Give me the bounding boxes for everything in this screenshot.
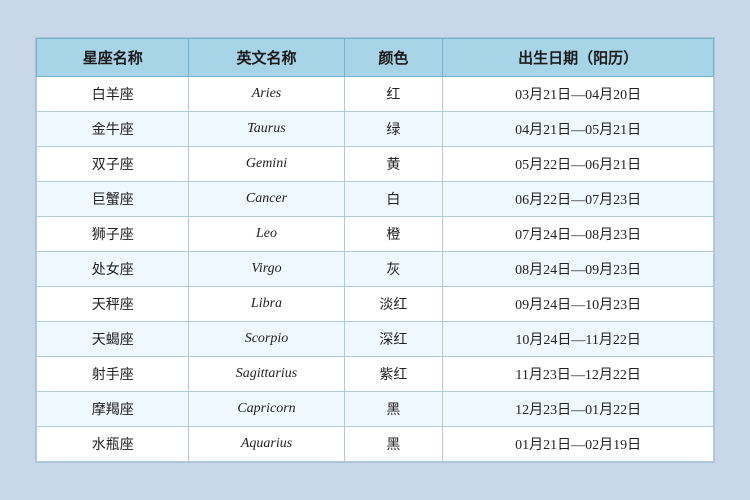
cell-chinese-name: 金牛座 bbox=[37, 112, 189, 147]
cell-chinese-name: 巨蟹座 bbox=[37, 182, 189, 217]
cell-english-name: Leo bbox=[189, 217, 344, 252]
table-row: 天秤座Libra淡红09月24日—10月23日 bbox=[37, 287, 714, 322]
cell-dates: 06月22日—07月23日 bbox=[443, 182, 714, 217]
col-header-dates: 出生日期（阳历） bbox=[443, 39, 714, 77]
cell-color: 橙 bbox=[344, 217, 443, 252]
cell-color: 淡红 bbox=[344, 287, 443, 322]
cell-color: 白 bbox=[344, 182, 443, 217]
table-row: 白羊座Aries红03月21日—04月20日 bbox=[37, 77, 714, 112]
cell-chinese-name: 白羊座 bbox=[37, 77, 189, 112]
cell-dates: 11月23日—12月22日 bbox=[443, 357, 714, 392]
cell-english-name: Sagittarius bbox=[189, 357, 344, 392]
table-header-row: 星座名称 英文名称 颜色 出生日期（阳历） bbox=[37, 39, 714, 77]
cell-dates: 05月22日—06月21日 bbox=[443, 147, 714, 182]
cell-english-name: Scorpio bbox=[189, 322, 344, 357]
table-row: 天蝎座Scorpio深红10月24日—11月22日 bbox=[37, 322, 714, 357]
cell-chinese-name: 天秤座 bbox=[37, 287, 189, 322]
cell-chinese-name: 射手座 bbox=[37, 357, 189, 392]
cell-dates: 12月23日—01月22日 bbox=[443, 392, 714, 427]
table-row: 处女座Virgo灰08月24日—09月23日 bbox=[37, 252, 714, 287]
cell-english-name: Gemini bbox=[189, 147, 344, 182]
col-header-english: 英文名称 bbox=[189, 39, 344, 77]
cell-dates: 04月21日—05月21日 bbox=[443, 112, 714, 147]
cell-english-name: Aquarius bbox=[189, 427, 344, 462]
table-row: 狮子座Leo橙07月24日—08月23日 bbox=[37, 217, 714, 252]
table-row: 巨蟹座Cancer白06月22日—07月23日 bbox=[37, 182, 714, 217]
cell-color: 黑 bbox=[344, 392, 443, 427]
cell-chinese-name: 狮子座 bbox=[37, 217, 189, 252]
cell-english-name: Capricorn bbox=[189, 392, 344, 427]
cell-english-name: Aries bbox=[189, 77, 344, 112]
cell-english-name: Libra bbox=[189, 287, 344, 322]
cell-color: 灰 bbox=[344, 252, 443, 287]
cell-chinese-name: 摩羯座 bbox=[37, 392, 189, 427]
cell-dates: 07月24日—08月23日 bbox=[443, 217, 714, 252]
table-row: 水瓶座Aquarius黑01月21日—02月19日 bbox=[37, 427, 714, 462]
cell-english-name: Virgo bbox=[189, 252, 344, 287]
cell-color: 黄 bbox=[344, 147, 443, 182]
cell-chinese-name: 处女座 bbox=[37, 252, 189, 287]
table-row: 双子座Gemini黄05月22日—06月21日 bbox=[37, 147, 714, 182]
cell-english-name: Cancer bbox=[189, 182, 344, 217]
cell-dates: 03月21日—04月20日 bbox=[443, 77, 714, 112]
cell-color: 深红 bbox=[344, 322, 443, 357]
table-body: 白羊座Aries红03月21日—04月20日金牛座Taurus绿04月21日—0… bbox=[37, 77, 714, 462]
cell-dates: 01月21日—02月19日 bbox=[443, 427, 714, 462]
cell-dates: 10月24日—11月22日 bbox=[443, 322, 714, 357]
cell-chinese-name: 双子座 bbox=[37, 147, 189, 182]
col-header-color: 颜色 bbox=[344, 39, 443, 77]
cell-color: 绿 bbox=[344, 112, 443, 147]
cell-chinese-name: 天蝎座 bbox=[37, 322, 189, 357]
table-row: 射手座Sagittarius紫红11月23日—12月22日 bbox=[37, 357, 714, 392]
cell-color: 紫红 bbox=[344, 357, 443, 392]
cell-english-name: Taurus bbox=[189, 112, 344, 147]
zodiac-table: 星座名称 英文名称 颜色 出生日期（阳历） 白羊座Aries红03月21日—04… bbox=[36, 38, 714, 462]
zodiac-table-container: 星座名称 英文名称 颜色 出生日期（阳历） 白羊座Aries红03月21日—04… bbox=[35, 37, 715, 463]
cell-color: 黑 bbox=[344, 427, 443, 462]
cell-color: 红 bbox=[344, 77, 443, 112]
col-header-chinese: 星座名称 bbox=[37, 39, 189, 77]
table-row: 摩羯座Capricorn黑12月23日—01月22日 bbox=[37, 392, 714, 427]
cell-chinese-name: 水瓶座 bbox=[37, 427, 189, 462]
cell-dates: 09月24日—10月23日 bbox=[443, 287, 714, 322]
cell-dates: 08月24日—09月23日 bbox=[443, 252, 714, 287]
table-row: 金牛座Taurus绿04月21日—05月21日 bbox=[37, 112, 714, 147]
